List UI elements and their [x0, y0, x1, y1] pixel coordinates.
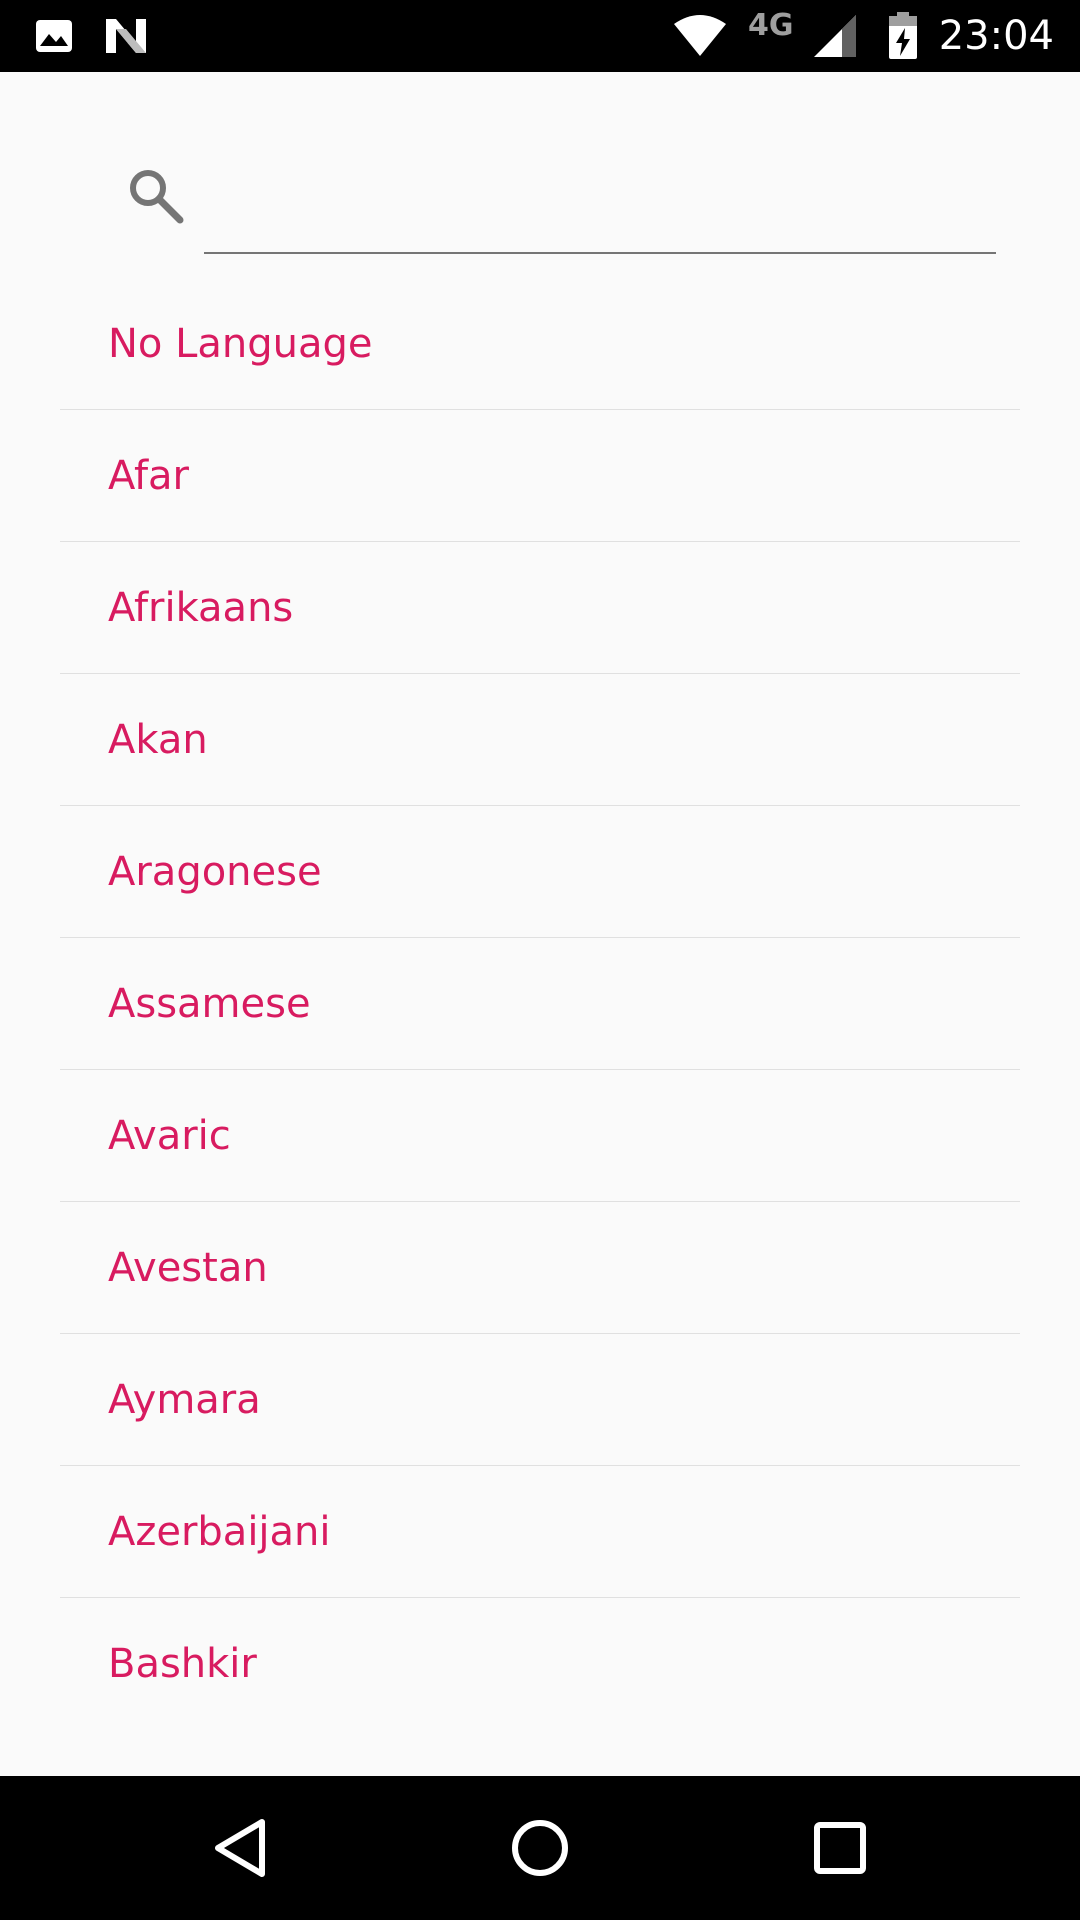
- list-item[interactable]: Afrikaans: [60, 542, 1020, 674]
- list-item[interactable]: Avaric: [60, 1070, 1020, 1202]
- language-list: No Language Afar Afrikaans Akan Aragones…: [60, 278, 1020, 1730]
- search-row: [0, 72, 1080, 282]
- network-type-label: 4G: [748, 8, 794, 43]
- image-icon: [34, 0, 74, 72]
- list-item[interactable]: No Language: [60, 278, 1020, 410]
- home-icon[interactable]: [460, 1776, 620, 1920]
- wifi-icon: [672, 0, 728, 72]
- list-item[interactable]: Azerbaijani: [60, 1466, 1020, 1598]
- list-item[interactable]: Assamese: [60, 938, 1020, 1070]
- signal-icon: [812, 0, 858, 72]
- navigation-bar: [0, 1776, 1080, 1920]
- list-item[interactable]: Avestan: [60, 1202, 1020, 1334]
- status-time: 23:04: [938, 13, 1054, 59]
- recents-icon[interactable]: [760, 1776, 920, 1920]
- list-item[interactable]: Aymara: [60, 1334, 1020, 1466]
- status-bar: 4G 23:04: [0, 0, 1080, 72]
- list-item[interactable]: Afar: [60, 410, 1020, 542]
- back-icon[interactable]: [160, 1776, 320, 1920]
- list-item[interactable]: Bashkir: [60, 1598, 1020, 1730]
- search-icon: [124, 164, 190, 230]
- n-icon: [104, 0, 148, 72]
- list-item[interactable]: Aragonese: [60, 806, 1020, 938]
- list-item[interactable]: Akan: [60, 674, 1020, 806]
- search-input[interactable]: [204, 192, 996, 254]
- battery-charging-icon: [888, 0, 918, 72]
